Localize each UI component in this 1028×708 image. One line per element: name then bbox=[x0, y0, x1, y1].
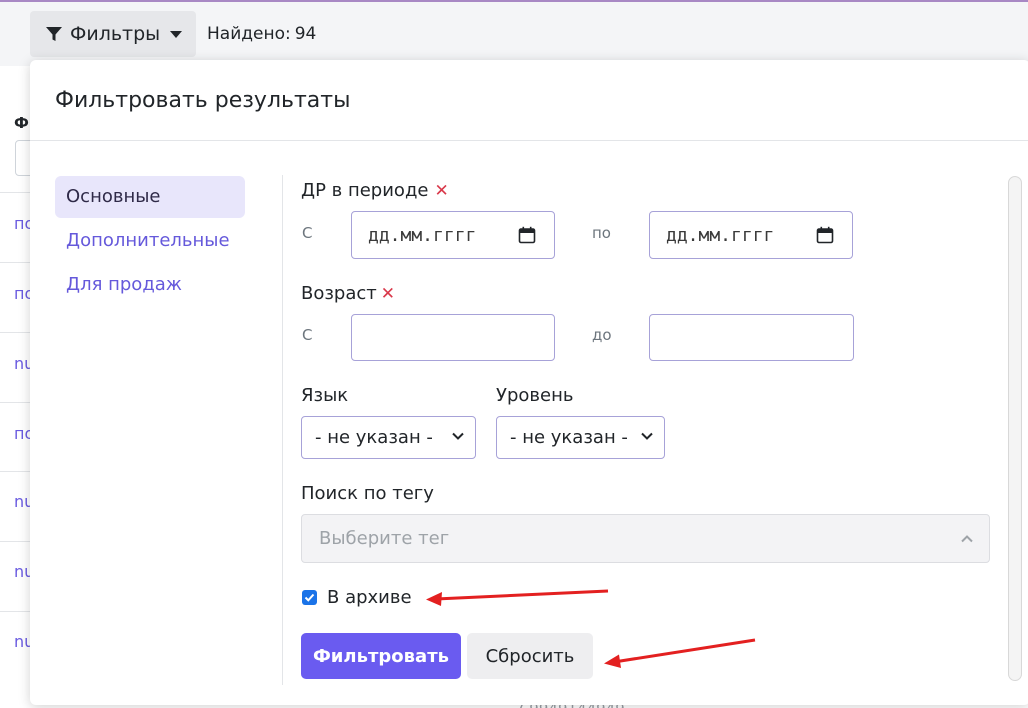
age-from-label: С bbox=[302, 326, 313, 344]
found-count: 94 bbox=[294, 24, 317, 44]
tag-select[interactable]: Выберите тег bbox=[301, 514, 990, 563]
filter-sections-nav: Основные Дополнительные Для продаж bbox=[55, 176, 245, 308]
clear-icon[interactable]: ✕ bbox=[434, 181, 448, 201]
results-count: Найдено: 94 bbox=[207, 24, 320, 44]
language-label: Язык bbox=[301, 385, 349, 406]
tag-search-label: Поиск по тегу bbox=[301, 483, 434, 504]
modal-title: Фильтровать результаты bbox=[55, 87, 351, 113]
level-selected: - не указан - bbox=[510, 427, 628, 448]
chevron-down-icon bbox=[641, 432, 653, 440]
calendar-icon[interactable] bbox=[816, 226, 834, 244]
birthday-to-placeholder: дд.мм.гггг bbox=[666, 224, 775, 246]
age-from-input[interactable] bbox=[351, 314, 555, 361]
chevron-up-icon bbox=[961, 535, 973, 543]
tag-select-placeholder: Выберите тег bbox=[319, 528, 450, 549]
chevron-down-icon bbox=[452, 432, 464, 440]
language-select[interactable]: - не указан - bbox=[301, 416, 476, 459]
nav-item-sales[interactable]: Для продаж bbox=[55, 264, 245, 306]
toolbar: Фильтры Найдено: 94 bbox=[0, 2, 1028, 66]
birthday-to-input[interactable]: дд.мм.гггг bbox=[649, 211, 853, 259]
level-select[interactable]: - не указан - bbox=[496, 416, 665, 459]
nav-item-additional[interactable]: Дополнительные bbox=[55, 220, 245, 262]
caret-down-icon bbox=[170, 30, 183, 38]
birthday-from-input[interactable]: дд.мм.гггг bbox=[351, 211, 555, 259]
reset-button[interactable]: Сбросить bbox=[467, 633, 593, 679]
language-selected: - не указан - bbox=[315, 427, 433, 448]
archive-label[interactable]: В архиве bbox=[327, 587, 412, 608]
check-icon bbox=[304, 593, 315, 602]
birthday-from-label: С bbox=[302, 224, 313, 242]
level-label: Уровень bbox=[496, 385, 574, 406]
birthday-to-label: по bbox=[592, 224, 611, 242]
bg-column-header: Ф bbox=[14, 114, 29, 132]
age-text: Возраст bbox=[301, 283, 377, 304]
filters-label: Фильтры bbox=[70, 23, 161, 45]
arrow-annotation bbox=[604, 638, 756, 668]
age-to-input[interactable] bbox=[649, 314, 854, 361]
age-label: Возраст ✕ bbox=[301, 283, 395, 304]
birthday-from-placeholder: дд.мм.гггг bbox=[368, 224, 477, 246]
birthday-period-label: ДР в периоде ✕ bbox=[301, 180, 449, 201]
birthday-period-text: ДР в периоде bbox=[301, 180, 429, 201]
archive-checkbox[interactable] bbox=[302, 590, 317, 605]
clear-icon[interactable]: ✕ bbox=[381, 284, 395, 304]
calendar-icon[interactable] bbox=[518, 226, 536, 244]
filters-dropdown-button[interactable]: Фильтры bbox=[30, 11, 196, 57]
modal-header: Фильтровать результаты bbox=[30, 60, 1028, 141]
found-label: Найдено: bbox=[207, 24, 291, 44]
filter-button[interactable]: Фильтровать bbox=[301, 633, 461, 679]
nav-divider bbox=[282, 175, 283, 685]
nav-item-main[interactable]: Основные bbox=[55, 176, 245, 218]
funnel-icon bbox=[46, 27, 62, 41]
arrow-annotation bbox=[426, 589, 609, 606]
modal-scrollbar[interactable] bbox=[1008, 176, 1022, 681]
age-to-label: до bbox=[592, 326, 612, 344]
